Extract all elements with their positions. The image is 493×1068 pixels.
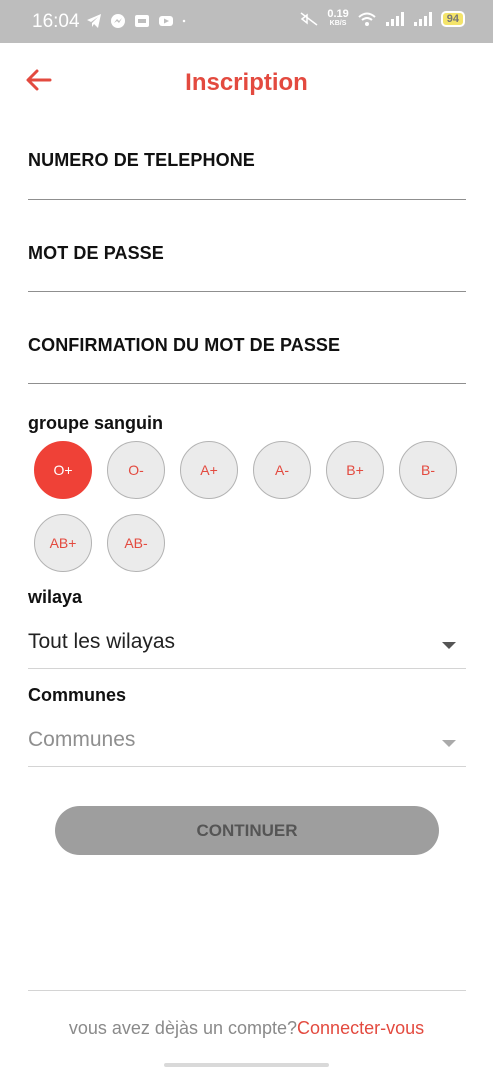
wilaya-label: wilaya [28, 587, 83, 607]
blood-group-o-minus[interactable]: O- [107, 441, 165, 499]
password-label: MOT DE PASSE [28, 243, 164, 263]
notification-icons [86, 13, 190, 29]
gallery-icon [135, 15, 149, 27]
password-input[interactable] [28, 264, 470, 287]
mute-icon [300, 12, 318, 26]
wilaya-dropdown[interactable]: Tout les wilayas [28, 620, 466, 669]
wifi-icon [358, 12, 376, 26]
dot-icon [182, 19, 186, 23]
wilaya-value: Tout les wilayas [28, 630, 176, 653]
chevron-down-icon [442, 740, 456, 747]
continue-button[interactable]: CONTINUER [55, 806, 439, 855]
confirm-password-label: CONFIRMATION DU MOT DE PASSE [28, 335, 341, 355]
battery-icon: 94 [440, 11, 465, 27]
app-header: Inscription [0, 43, 493, 123]
system-icons: 0.19 KB/S 94 [299, 9, 465, 28]
signal-icon [385, 12, 404, 26]
login-prompt-text: vous avez dèjàs un compte? [68, 1018, 298, 1038]
blood-group-b-plus[interactable]: B+ [326, 441, 384, 499]
blood-group-ab-minus[interactable]: AB- [107, 514, 165, 572]
communes-label: Communes [28, 685, 127, 705]
password-field[interactable]: MOT DE PASSE [28, 233, 470, 292]
blood-group-a-minus[interactable]: A- [253, 441, 311, 499]
home-indicator[interactable] [164, 1063, 329, 1067]
login-link[interactable]: Connecter-vous [297, 1018, 424, 1038]
phone-field[interactable]: NUMERO DE TELEPHONE [28, 140, 470, 200]
messenger-icon [111, 14, 125, 28]
communes-dropdown[interactable]: Communes [28, 718, 466, 767]
status-bar: 16:04 0.19 KB/S 94 [0, 0, 493, 43]
login-prompt: vous avez dèjàs un compte?Connecter-vous [0, 1018, 493, 1039]
footer-divider [28, 990, 466, 991]
blood-group-o-plus[interactable]: O+ [34, 441, 92, 499]
blood-group-b-minus[interactable]: B- [399, 441, 457, 499]
page-title: Inscription [185, 69, 308, 96]
youtube-icon [159, 16, 173, 26]
phone-input[interactable] [28, 172, 470, 195]
status-time: 16:04 [32, 11, 80, 32]
blood-group-label: groupe sanguin [28, 413, 163, 433]
net-speed: 0.19 KB/S [327, 9, 348, 28]
signal-icon [413, 12, 432, 26]
telegram-icon [87, 14, 101, 28]
communes-placeholder: Communes [28, 728, 136, 751]
phone-label: NUMERO DE TELEPHONE [28, 150, 255, 170]
chevron-down-icon [442, 642, 456, 649]
confirm-password-input[interactable] [28, 356, 470, 379]
confirm-password-field[interactable]: CONFIRMATION DU MOT DE PASSE [28, 325, 470, 384]
blood-group-a-plus[interactable]: A+ [180, 441, 238, 499]
blood-group-ab-plus[interactable]: AB+ [34, 514, 92, 572]
net-speed-unit: KB/S [329, 20, 347, 27]
